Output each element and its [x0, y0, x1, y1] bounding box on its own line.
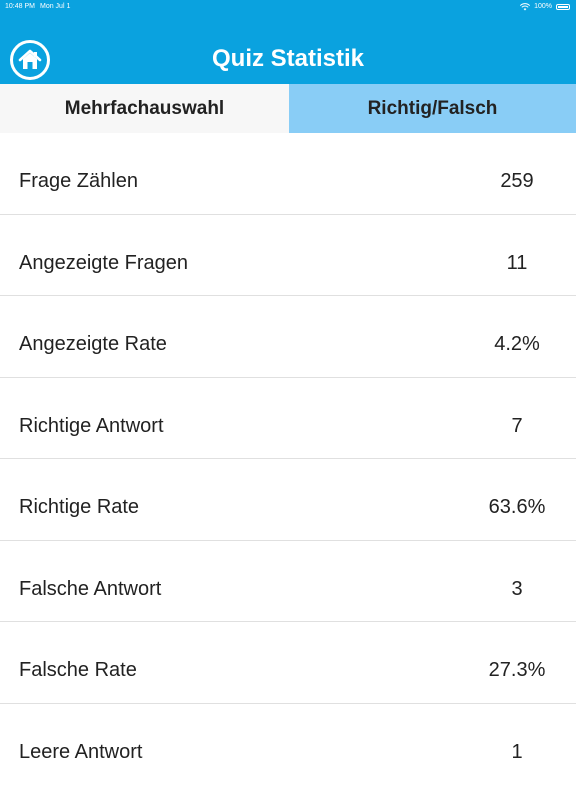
stat-label: Frage Zählen	[19, 170, 138, 193]
stat-label: Leere Antwort	[19, 741, 142, 764]
stat-value: 27.3%	[458, 659, 576, 682]
stat-label: Richtige Antwort	[19, 415, 164, 438]
stat-row-angezeigte-rate: Angezeigte Rate 4.2%	[0, 296, 576, 378]
tab-mehrfachauswahl[interactable]: Mehrfachauswahl	[0, 84, 289, 133]
home-button[interactable]	[10, 40, 50, 80]
status-right: 100%	[520, 0, 570, 14]
stat-label: Richtige Rate	[19, 496, 139, 519]
tab-richtig-falsch[interactable]: Richtig/Falsch	[289, 84, 576, 133]
nav-bar	[0, 14, 576, 84]
status-date: Mon Jul 1	[40, 0, 70, 14]
stat-value: 7	[458, 415, 576, 438]
battery-percent: 100%	[534, 0, 552, 14]
status-time: 10:48 PM	[5, 0, 35, 14]
stat-label: Angezeigte Fragen	[19, 252, 188, 275]
home-icon	[18, 49, 42, 71]
stat-label: Angezeigte Rate	[19, 333, 167, 356]
stat-row-falsche-antwort: Falsche Antwort 3	[0, 541, 576, 623]
stat-value: 11	[458, 252, 576, 275]
stat-value: 3	[458, 578, 576, 601]
stats-list: Frage Zählen 259 Angezeigte Fragen 11 An…	[0, 133, 576, 785]
stat-value: 4.2%	[458, 333, 576, 356]
stat-row-angezeigte-fragen: Angezeigte Fragen 11	[0, 215, 576, 297]
stat-value: 63.6%	[458, 496, 576, 519]
stat-label: Falsche Rate	[19, 659, 137, 682]
status-bar: 10:48 PM Mon Jul 1 100%	[0, 0, 576, 14]
stat-value: 259	[458, 170, 576, 193]
battery-icon	[556, 4, 570, 10]
stat-row-richtige-antwort: Richtige Antwort 7	[0, 378, 576, 460]
stat-row-leere-antwort: Leere Antwort 1	[0, 704, 576, 785]
wifi-icon	[520, 3, 530, 11]
tab-bar: Mehrfachauswahl Richtig/Falsch	[0, 84, 576, 133]
stat-row-falsche-rate: Falsche Rate 27.3%	[0, 622, 576, 704]
stat-row-frage-zaehlen: Frage Zählen 259	[0, 133, 576, 215]
stat-row-richtige-rate: Richtige Rate 63.6%	[0, 459, 576, 541]
stat-value: 1	[458, 741, 576, 764]
stat-label: Falsche Antwort	[19, 578, 161, 601]
